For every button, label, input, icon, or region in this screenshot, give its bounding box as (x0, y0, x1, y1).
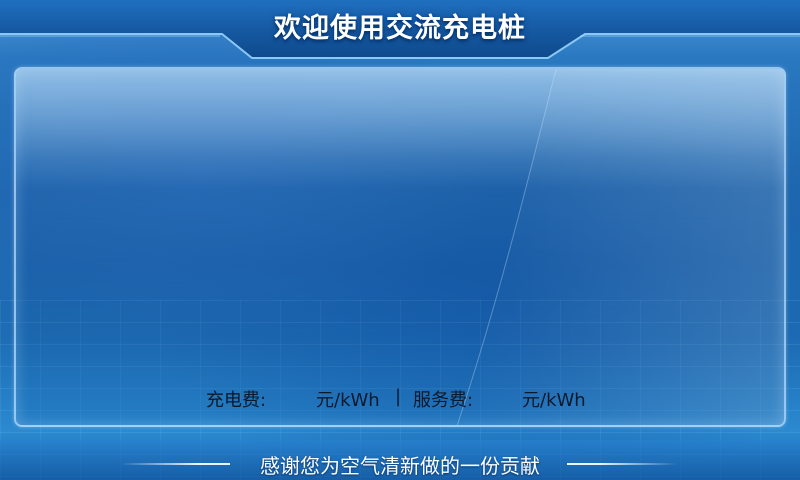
charger-screen: 欢迎使用交流充电桩 充电费: 元/kWh | 服务费: 元/kWh 感谢您为空气… (0, 0, 800, 480)
service-fee-label: 服务费: (413, 390, 474, 411)
fee-separator: | (395, 386, 402, 407)
charging-fee-label: 充电费: (206, 390, 267, 411)
charging-fee-unit: 元/kWh (316, 390, 380, 411)
fee-info-row: 充电费: 元/kWh | 服务费: 元/kWh (16, 386, 784, 411)
page-title: 欢迎使用交流充电桩 (274, 13, 526, 44)
glass-shine-decoration (16, 69, 784, 425)
service-fee-unit: 元/kWh (522, 390, 586, 411)
main-info-panel: 充电费: 元/kWh | 服务费: 元/kWh (14, 67, 786, 427)
footer-slogan: 感谢您为空气清新做的一份贡献 (260, 454, 540, 478)
header-banner: 欢迎使用交流充电桩 (0, 0, 800, 62)
